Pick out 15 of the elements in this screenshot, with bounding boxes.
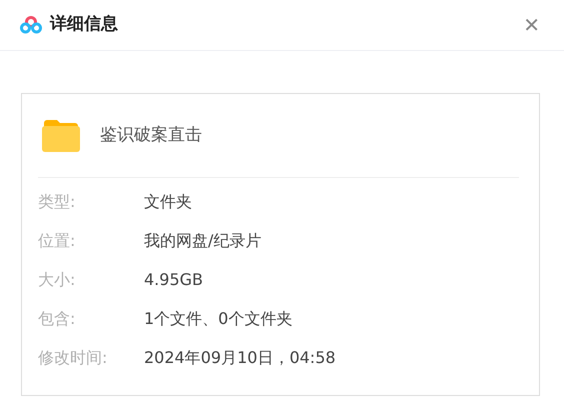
app-logo-icon [20, 16, 42, 34]
field-value: 4.95GB [144, 268, 203, 290]
field-label: 包含: [38, 308, 76, 330]
close-button[interactable]: ✕ [519, 15, 544, 35]
window-title: 详细信息 [50, 13, 118, 36]
field-value: 文件夹 [144, 190, 192, 212]
field-value: 我的网盘/纪录片 [144, 230, 262, 252]
file-name: 鉴识破案直击 [100, 124, 202, 147]
field-value: 1个文件、0个文件夹 [144, 308, 292, 330]
field-value: 2024年09月10日，04:58 [144, 346, 336, 368]
field-label: 位置: [38, 230, 76, 252]
field-label: 修改时间: [38, 346, 108, 368]
field-label: 大小: [38, 268, 76, 290]
folder-icon [42, 119, 80, 152]
field-label: 类型: [38, 190, 76, 212]
